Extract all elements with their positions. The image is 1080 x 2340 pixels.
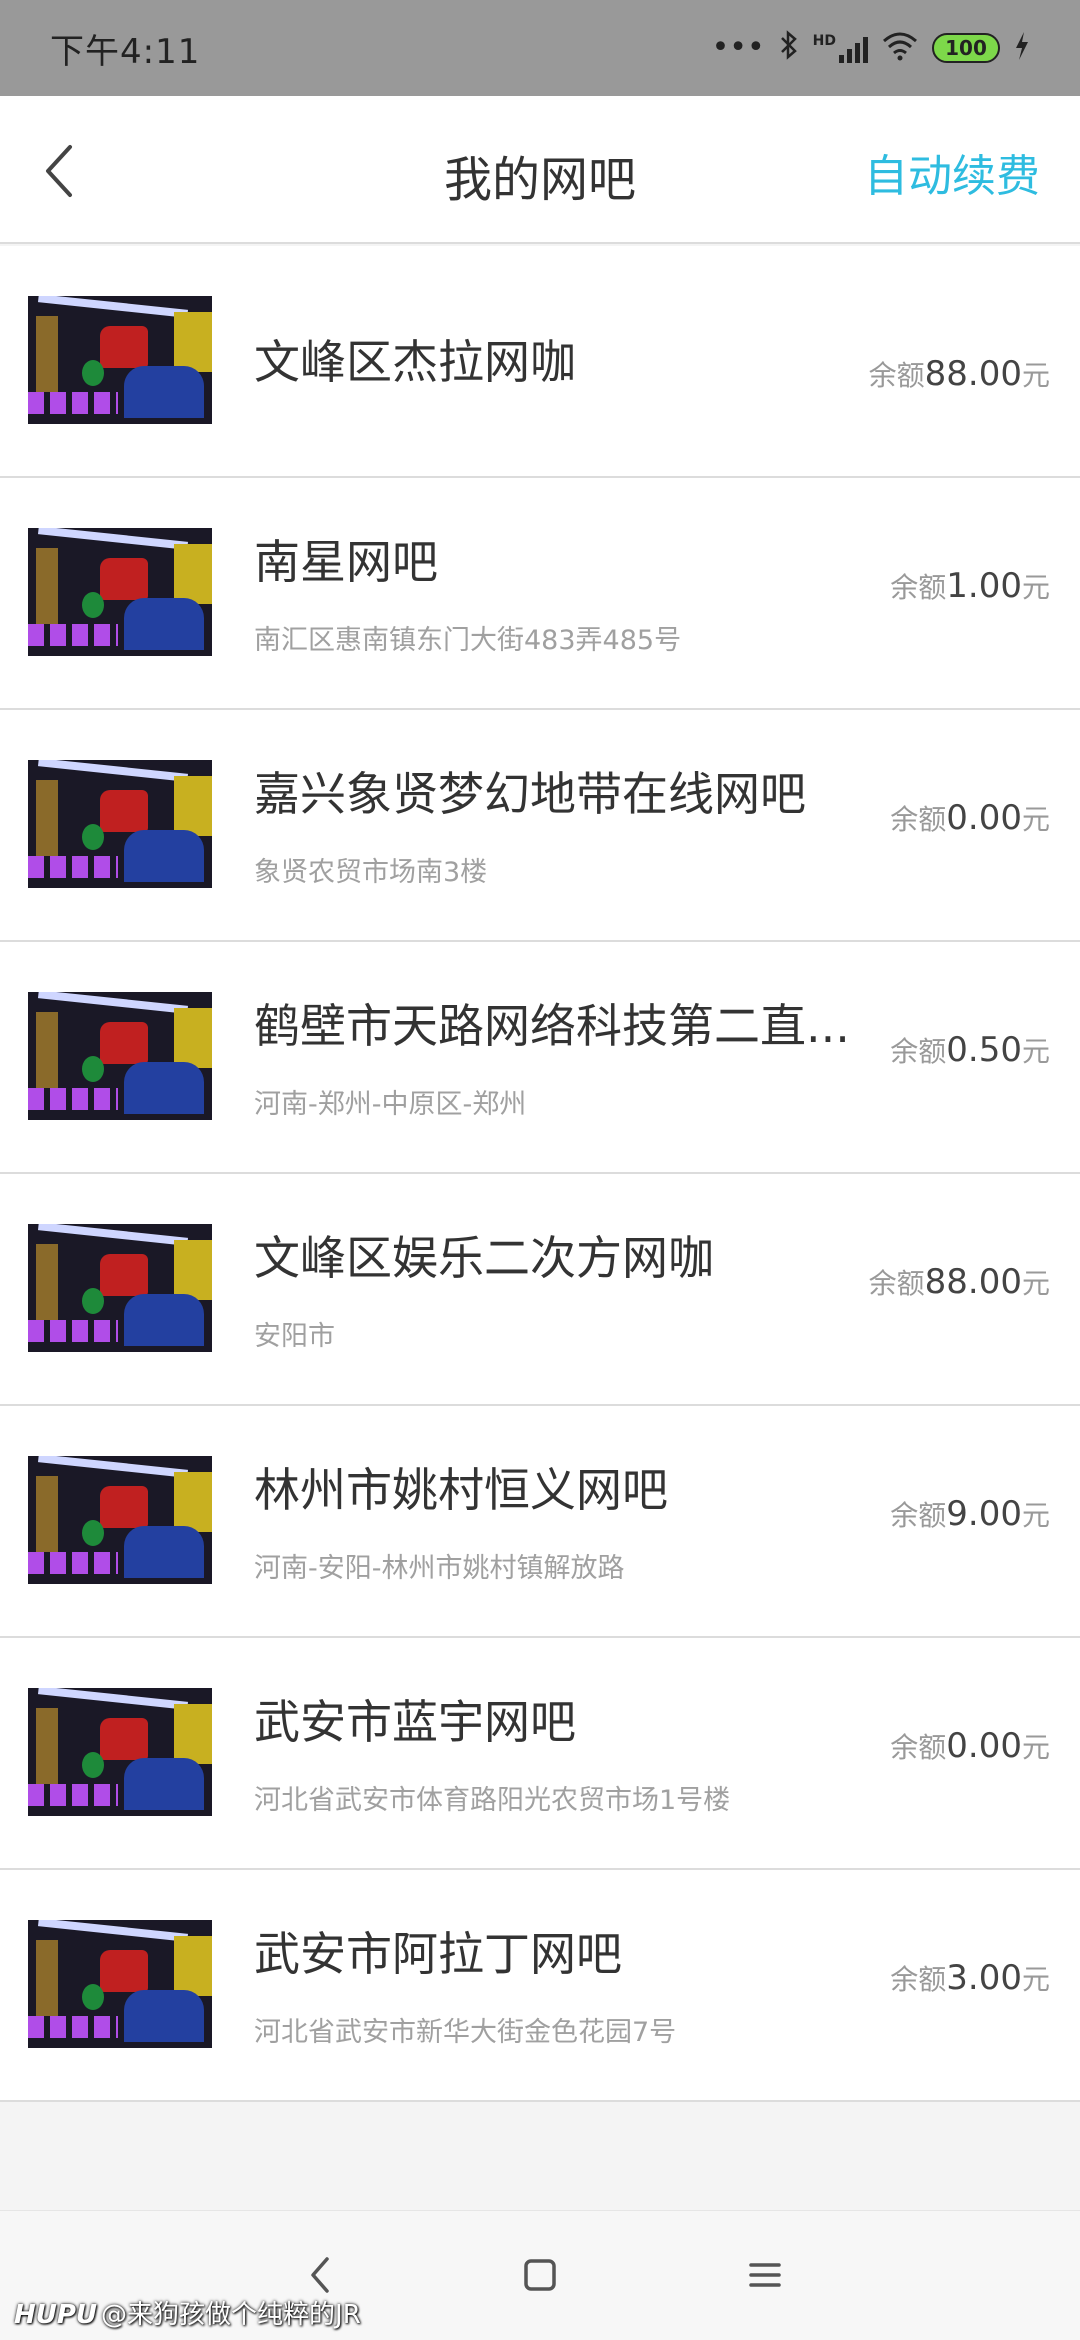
nav-menu-button[interactable] [735,2245,795,2305]
nav-home-icon [524,2259,556,2291]
list-item[interactable]: 鹤壁市天路网络科技第二直... 河南-郑州-中原区-郑州 余额0.50元 [0,942,1080,1174]
netcafe-name: 武安市蓝宇网吧 [254,1695,576,1749]
netcafe-address: 河北省武安市体育路阳光农贸市场1号楼 [254,1785,731,1816]
bluetooth-icon [779,29,799,67]
balance: 余额3.00元 [890,1958,1050,1998]
netcafe-address: 象贤农贸市场南3楼 [254,857,488,888]
status-time: 下午4:11 [50,31,201,72]
wifi-icon [882,31,918,65]
netcafe-thumbnail [28,760,212,888]
balance: 余额0.50元 [890,1030,1050,1070]
list-item[interactable]: 嘉兴象贤梦幻地带在线网吧 象贤农贸市场南3楼 余额0.00元 [0,710,1080,942]
netcafe-name: 南星网吧 [254,535,438,589]
balance-label: 余额 [868,359,925,392]
status-icons: ••• HD 100 [712,29,1030,67]
netcafe-address: 南汇区惠南镇东门大街483弄485号 [254,625,682,656]
balance: 余额0.00元 [890,1726,1050,1766]
netcafe-thumbnail [28,1688,212,1816]
balance-unit: 元 [1021,1731,1050,1764]
netcafe-thumbnail [28,296,212,424]
header-bar: 我的网吧 自动续费 [0,96,1080,244]
balance: 余额1.00元 [890,566,1050,606]
balance-amount: 88.00 [924,1262,1022,1302]
balance: 余额0.00元 [890,798,1050,838]
balance-label: 余额 [890,571,947,604]
battery-icon: 100 [932,33,1000,63]
netcafe-thumbnail [28,1456,212,1584]
netcafe-name: 文峰区娱乐二次方网咖 [254,1231,714,1285]
watermark-logo: HUPU [14,2300,98,2330]
auto-renew-button[interactable]: 自动续费 [864,140,1040,204]
balance-label: 余额 [890,803,947,836]
balance-amount: 0.00 [946,1726,1022,1766]
balance-label: 余额 [890,1963,947,1996]
netcafe-name: 林州市姚村恒义网吧 [254,1463,668,1517]
list-item[interactable]: 南星网吧 南汇区惠南镇东门大街483弄485号 余额1.00元 [0,478,1080,710]
netcafe-list: 文峰区杰拉网咖 余额88.00元 南星网吧 南汇区惠南镇东门大街483弄485号… [0,246,1080,2102]
watermark: HUPU @来狗孩做个纯粹的JR [14,2294,361,2331]
hd-signal-icon: HD [813,33,868,63]
balance: 余额88.00元 [869,354,1050,394]
balance-amount: 3.00 [946,1958,1022,1998]
balance-amount: 88.00 [924,354,1022,394]
balance-amount: 9.00 [946,1494,1022,1534]
more-dots-icon: ••• [711,30,765,65]
netcafe-address: 河南-安阳-林州市姚村镇解放路 [254,1553,625,1584]
list-item[interactable]: 文峰区娱乐二次方网咖 安阳市 余额88.00元 [0,1174,1080,1406]
nav-home-button[interactable] [510,2245,570,2305]
netcafe-address: 河南-郑州-中原区-郑州 [254,1089,527,1120]
nav-back-icon [311,2257,329,2293]
balance-label: 余额 [868,1267,925,1300]
list-item[interactable]: 文峰区杰拉网咖 余额88.00元 [0,246,1080,478]
balance-unit: 元 [1021,1267,1050,1300]
balance-label: 余额 [890,1035,947,1068]
netcafe-thumbnail [28,528,212,656]
netcafe-thumbnail [28,992,212,1120]
balance-unit: 元 [1021,1499,1050,1532]
balance-amount: 0.50 [946,1030,1022,1070]
netcafe-address: 河北省武安市新华大街金色花园7号 [254,2017,677,2048]
balance-unit: 元 [1021,1035,1050,1068]
hd-label: HD [812,33,836,49]
netcafe-thumbnail [28,1920,212,2048]
list-item[interactable]: 武安市蓝宇网吧 河北省武安市体育路阳光农贸市场1号楼 余额0.00元 [0,1638,1080,1870]
netcafe-address: 安阳市 [254,1321,335,1352]
balance: 余额9.00元 [890,1494,1050,1534]
netcafe-name: 文峰区杰拉网咖 [254,335,576,389]
balance-label: 余额 [890,1731,947,1764]
balance-label: 余额 [890,1499,947,1532]
balance-amount: 1.00 [946,566,1022,606]
charging-icon [1014,31,1030,65]
battery-level: 100 [945,36,987,60]
balance-amount: 0.00 [946,798,1022,838]
netcafe-name: 嘉兴象贤梦幻地带在线网吧 [254,767,806,821]
balance-unit: 元 [1021,803,1050,836]
nav-menu-icon [749,2263,781,2287]
status-bar: 下午4:11 ••• HD 100 [0,0,1080,96]
netcafe-name: 武安市阿拉丁网吧 [254,1927,622,1981]
balance-unit: 元 [1021,1963,1050,1996]
list-item[interactable]: 林州市姚村恒义网吧 河南-安阳-林州市姚村镇解放路 余额9.00元 [0,1406,1080,1638]
balance-unit: 元 [1021,359,1050,392]
netcafe-thumbnail [28,1224,212,1352]
netcafe-name: 鹤壁市天路网络科技第二直... [254,999,850,1053]
list-item[interactable]: 武安市阿拉丁网吧 河北省武安市新华大街金色花园7号 余额3.00元 [0,1870,1080,2102]
balance: 余额88.00元 [869,1262,1050,1302]
watermark-text: @来狗孩做个纯粹的JR [101,2300,361,2330]
balance-unit: 元 [1021,571,1050,604]
